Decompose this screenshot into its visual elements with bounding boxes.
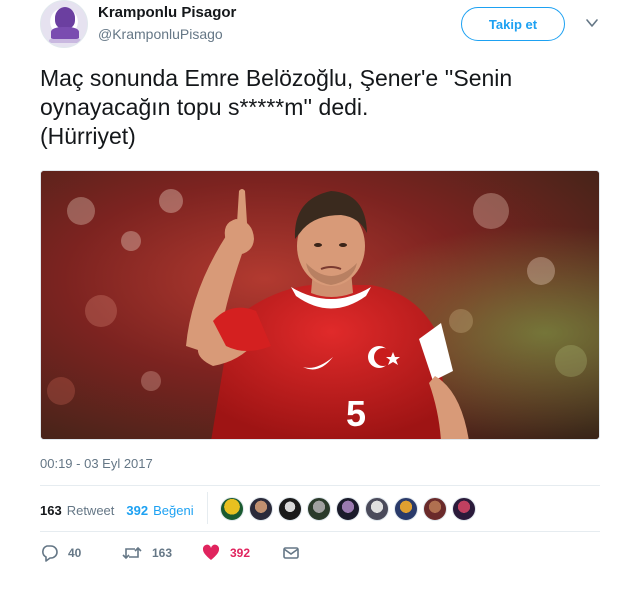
chevron-down-icon[interactable] (585, 16, 599, 30)
liker-avatar[interactable] (394, 497, 418, 521)
jersey-number: 5 (346, 393, 366, 434)
liker-avatar[interactable] (220, 497, 244, 521)
likes-label[interactable]: Beğeni (153, 503, 193, 518)
retweet-count: 163 (152, 546, 173, 560)
reply-count: 40 (68, 546, 82, 560)
likes-count[interactable]: 392 (126, 503, 148, 518)
liker-avatar[interactable] (249, 497, 273, 521)
author-avatar[interactable] (40, 0, 88, 48)
heart-icon (202, 544, 220, 560)
tweet-stats: 163 Retweet 392 Beğeni (40, 498, 206, 522)
follow-button[interactable]: Takip et (461, 7, 565, 41)
divider-top (40, 485, 600, 486)
avatar-figure-icon (55, 7, 75, 29)
tweet-header: Kramponlu Pisagor @KramponluPisago Takip… (40, 0, 600, 50)
avatar-ribbon (49, 39, 81, 43)
like-count: 392 (230, 546, 251, 560)
like-button[interactable]: 392 (202, 544, 250, 562)
liker-avatars (220, 497, 481, 521)
retweet-icon (122, 546, 142, 560)
player-photo-image: 5 (41, 171, 599, 439)
tweet-text: Maç sonunda Emre Belözoğlu, Şener'e ''Se… (40, 65, 513, 149)
author-name[interactable]: Kramponlu Pisagor (98, 4, 236, 21)
divider-bottom (40, 531, 600, 532)
retweet-button[interactable]: 163 (122, 544, 172, 562)
liker-avatar[interactable] (452, 497, 476, 521)
direct-message-button[interactable] (282, 544, 300, 562)
avatar-figure-body (51, 27, 79, 39)
liker-avatar[interactable] (336, 497, 360, 521)
reply-button[interactable]: 40 (40, 544, 81, 562)
tweet-photo[interactable]: 5 (40, 170, 600, 440)
author-handle[interactable]: @KramponluPisago (98, 26, 223, 42)
retweets-label[interactable]: Retweet (67, 503, 115, 518)
reply-icon (42, 545, 58, 562)
envelope-icon (283, 547, 299, 559)
retweets-count[interactable]: 163 (40, 503, 62, 518)
liker-avatar[interactable] (307, 497, 331, 521)
tweet-timestamp[interactable]: 00:19 - 03 Eyl 2017 (40, 456, 153, 471)
stats-separator (207, 492, 208, 524)
liker-avatar[interactable] (365, 497, 389, 521)
liker-avatar[interactable] (278, 497, 302, 521)
liker-avatar[interactable] (423, 497, 447, 521)
